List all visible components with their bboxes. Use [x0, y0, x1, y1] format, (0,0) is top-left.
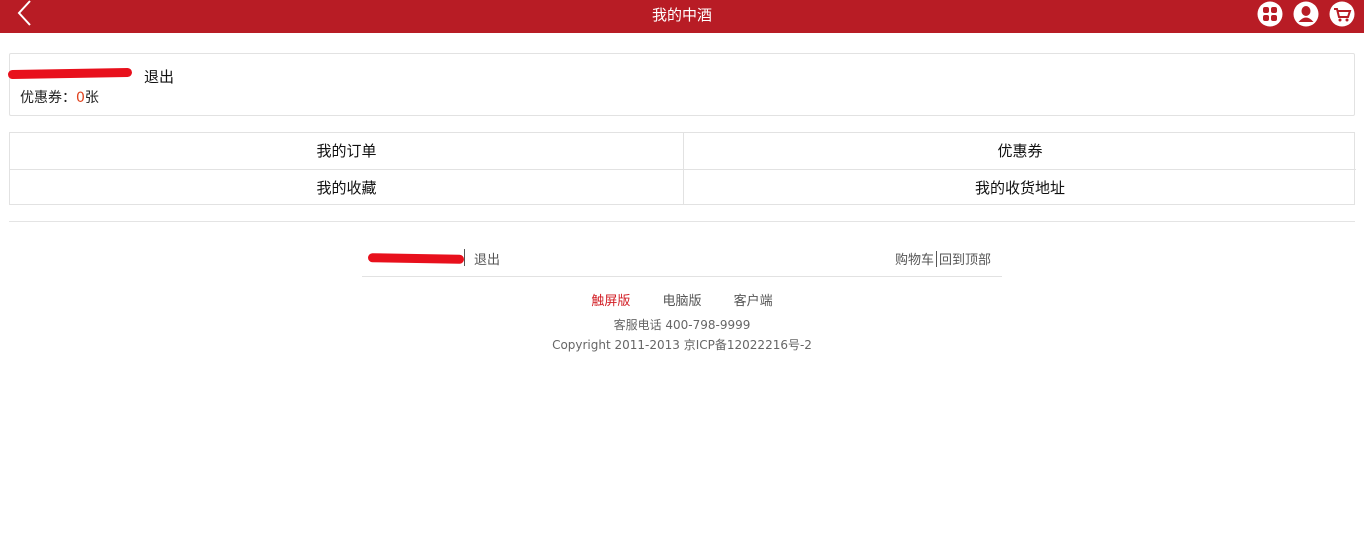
menu-item-favorites[interactable]: 我的收藏 — [10, 169, 683, 205]
version-touch-link[interactable]: 触屏版 — [591, 290, 630, 309]
user-icon — [1293, 1, 1319, 27]
top-bar: 我的中酒 — [0, 0, 1364, 33]
menu-item-coupons[interactable]: 优惠券 — [683, 133, 1356, 169]
footer-separator — [464, 249, 465, 266]
coupon-unit: 张 — [84, 90, 99, 106]
user-button[interactable] — [1293, 1, 1319, 27]
coupon-label: 优惠券： — [20, 90, 76, 106]
footer-link-separator — [935, 251, 937, 267]
coupon-summary: 优惠券：0张 — [20, 87, 99, 107]
version-desktop-link[interactable]: 电脑版 — [662, 290, 701, 309]
menu-item-addresses[interactable]: 我的收货地址 — [683, 169, 1356, 205]
cart-button[interactable] — [1329, 1, 1355, 27]
username-redacted — [7, 67, 133, 80]
footer-bar: 退出 购物车 回到顶部 — [362, 244, 1002, 277]
footer-logout-link[interactable]: 退出 — [474, 249, 500, 268]
version-switcher: 触屏版 电脑版 客户端 — [0, 290, 1364, 309]
coupon-count: 0 — [76, 90, 85, 106]
footer-username-redacted — [367, 253, 465, 264]
section-divider — [9, 221, 1355, 222]
menu-item-my-orders[interactable]: 我的订单 — [10, 133, 683, 169]
version-client-link[interactable]: 客户端 — [734, 290, 773, 309]
copyright: Copyright 2011-2013 京ICP备12022216号-2 — [552, 338, 812, 352]
footer-links: 购物车 回到顶部 — [895, 249, 991, 268]
apps-icon — [1257, 1, 1283, 27]
user-info-card: 退出 优惠券：0张 — [7, 53, 1355, 116]
apps-button[interactable] — [1257, 1, 1283, 27]
cart-link[interactable]: 购物车 — [895, 253, 934, 268]
page-title: 我的中酒 — [651, 6, 712, 24]
logout-link[interactable]: 退出 — [144, 66, 174, 87]
account-menu: 我的订单 优惠券 我的收藏 我的收货地址 — [9, 132, 1356, 205]
back-to-top-link[interactable]: 回到顶部 — [939, 253, 991, 268]
service-hotline: 客服电话 400-798-9999 — [613, 318, 751, 332]
cart-icon — [1329, 1, 1355, 27]
